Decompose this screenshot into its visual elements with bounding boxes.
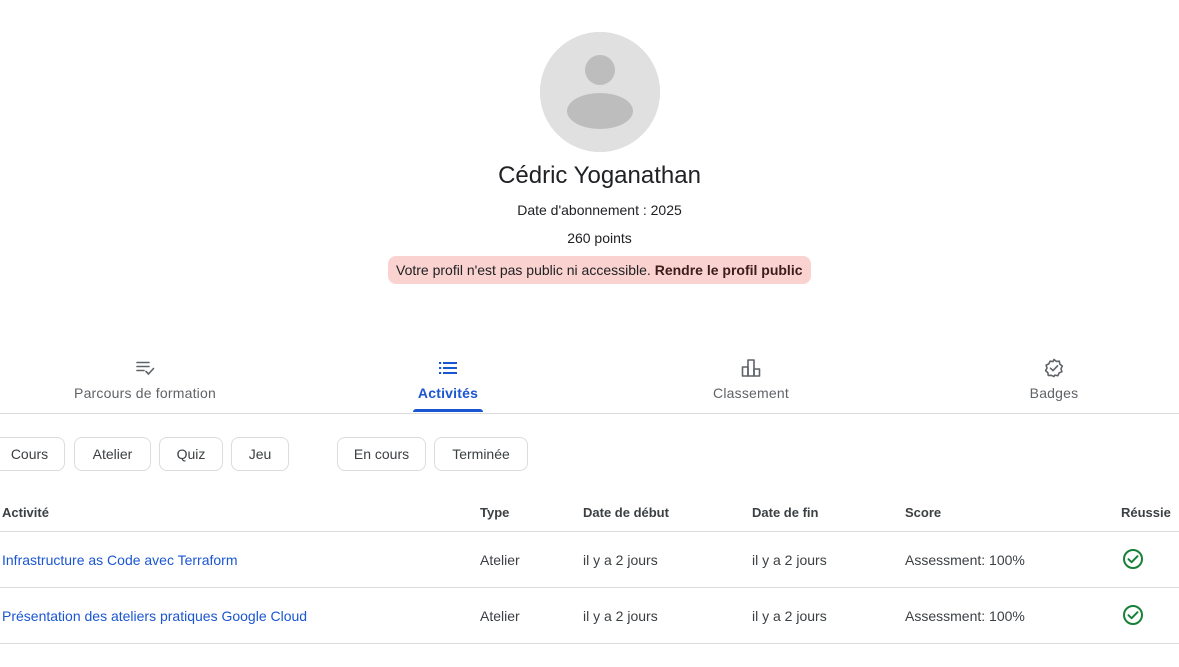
score: Assessment: 100%	[905, 608, 1025, 624]
leaderboard-icon	[741, 359, 761, 377]
table-row-divider	[0, 587, 1179, 588]
tab-label: Classement	[713, 385, 789, 401]
start-date: il y a 2 jours	[583, 608, 658, 624]
column-header-type[interactable]: Type	[480, 505, 509, 521]
tab-activities[interactable]: Activités	[413, 350, 483, 412]
playlist-check-icon	[136, 361, 155, 376]
tab-label: Badges	[1029, 385, 1079, 401]
column-header-activity[interactable]: Activité	[2, 505, 49, 521]
score: Assessment: 100%	[905, 552, 1025, 568]
filter-chip-quiz[interactable]: Quiz	[159, 437, 223, 471]
filter-chip-lab[interactable]: Atelier	[74, 437, 151, 471]
column-header-start-date[interactable]: Date de début	[583, 505, 669, 521]
activity-link[interactable]: Infrastructure as Code avec Terraform	[2, 551, 238, 569]
filter-chip-course[interactable]: Cours	[0, 437, 65, 471]
list-icon	[439, 362, 457, 374]
activity-type: Atelier	[480, 608, 520, 624]
make-public-link[interactable]: Rendre le profil public	[655, 262, 803, 278]
tab-label: Parcours de formation	[74, 385, 216, 401]
tab-badges[interactable]: Badges	[1019, 350, 1089, 412]
tab-label: Activités	[417, 385, 479, 401]
tab-leaderboard[interactable]: Classement	[706, 350, 796, 412]
start-date: il y a 2 jours	[583, 552, 658, 568]
member-since: Date d'abonnement : 2025	[517, 202, 682, 218]
tab-learning-paths[interactable]: Parcours de formation	[60, 350, 230, 412]
default-avatar-icon	[540, 32, 660, 152]
table-row-divider	[0, 643, 1179, 644]
points-count: 260 points	[567, 230, 632, 246]
activity-link[interactable]: Présentation des ateliers pratiques Goog…	[2, 607, 307, 625]
activity-type: Atelier	[480, 552, 520, 568]
notice-text: Votre profil n'est pas public ni accessi…	[396, 262, 651, 278]
badge-check-icon	[1044, 358, 1064, 378]
check-circle-icon	[1123, 549, 1143, 569]
check-circle-icon	[1123, 605, 1143, 625]
active-tab-indicator	[413, 409, 483, 412]
column-header-passed[interactable]: Réussie	[1121, 505, 1171, 521]
end-date: il y a 2 jours	[752, 608, 827, 624]
avatar	[540, 32, 660, 152]
filter-chip-completed[interactable]: Terminée	[434, 437, 528, 471]
table-divider	[0, 531, 1179, 532]
column-header-score[interactable]: Score	[905, 505, 941, 521]
column-header-end-date[interactable]: Date de fin	[752, 505, 818, 521]
filter-chip-game[interactable]: Jeu	[231, 437, 289, 471]
end-date: il y a 2 jours	[752, 552, 827, 568]
profile-name: Cédric Yoganathan	[498, 162, 701, 189]
private-profile-notice: Votre profil n'est pas public ni accessi…	[388, 256, 811, 284]
filter-chip-in-progress[interactable]: En cours	[337, 437, 426, 471]
profile-tabs: Parcours de formation Activités Classeme…	[0, 350, 1179, 414]
